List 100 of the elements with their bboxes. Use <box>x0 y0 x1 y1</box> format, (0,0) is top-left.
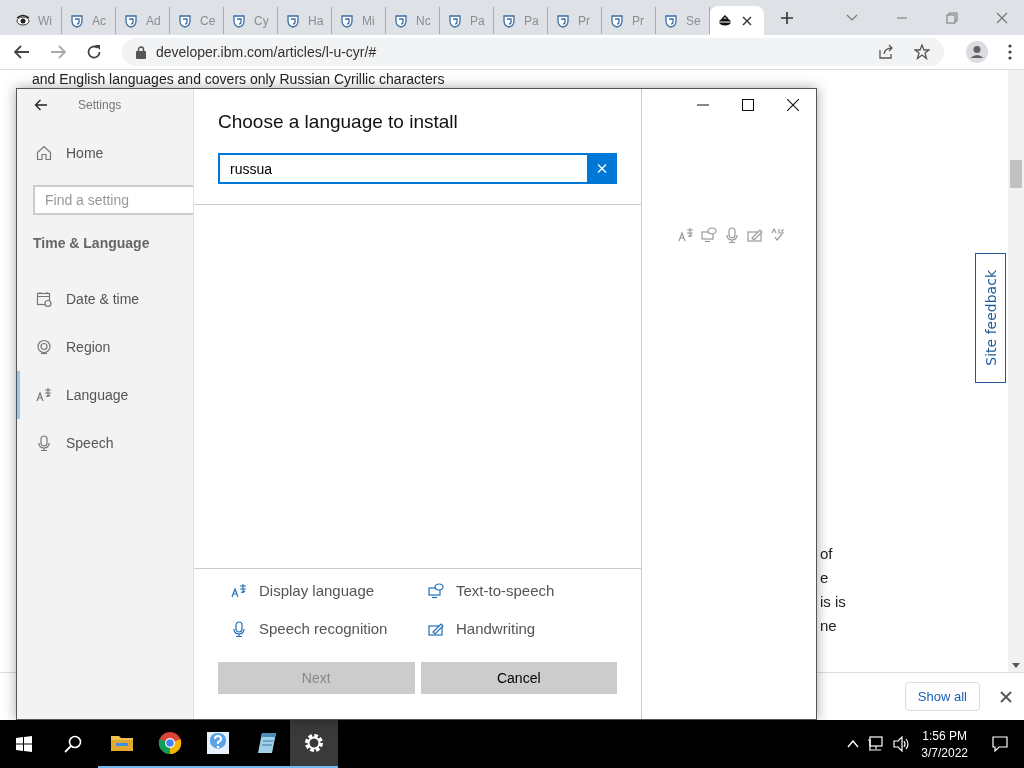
feature-label: Text-to-speech <box>456 582 555 599</box>
shield-icon <box>232 13 246 28</box>
tab-title: Se <box>686 13 701 28</box>
speech-bubble-icon <box>701 227 717 243</box>
section-heading: Time & Language <box>32 235 151 253</box>
browser-tab[interactable]: Pr <box>602 7 656 34</box>
more-menu-icon[interactable] <box>1008 44 1012 60</box>
search-field[interactable]: Find a setting <box>33 185 193 215</box>
tab-title: Nc <box>416 13 431 28</box>
browser-tab[interactable]: Mi <box>332 7 386 34</box>
feature-label: Speech recognition <box>259 620 388 637</box>
tab-title: Wi <box>38 13 52 28</box>
browser-tab[interactable]: Wi <box>8 7 62 34</box>
tab-title: Pr <box>632 13 644 28</box>
chrome-icon <box>158 731 182 755</box>
language-icon <box>678 227 694 243</box>
star-icon[interactable] <box>914 44 930 60</box>
address-bar[interactable]: developer.ibm.com/articles/l-u-cyr/# <box>122 38 944 66</box>
volume-icon[interactable] <box>893 736 912 752</box>
tab-title: Ce <box>200 13 216 28</box>
chevron-down-icon[interactable] <box>846 13 858 22</box>
tab-title: Ac <box>92 13 106 28</box>
network-icon[interactable] <box>867 736 886 752</box>
browser-tab[interactable]: Cy <box>224 7 278 34</box>
new-tab-icon[interactable] <box>780 10 794 25</box>
browser-tab[interactable]: Pa <box>494 7 548 34</box>
shield-icon <box>340 13 354 28</box>
article-text: and English languages and covers only Russian Cyrillic characters <box>32 71 446 87</box>
speech-bubble-icon <box>428 582 444 599</box>
notifications-icon[interactable] <box>992 736 1008 752</box>
tab-title: Cy <box>254 13 269 28</box>
calendar-icon <box>36 291 52 307</box>
tab-title: Pr <box>578 13 590 28</box>
windows-start-icon[interactable] <box>16 736 32 752</box>
help-book-icon <box>206 731 230 755</box>
back-arrow-icon[interactable] <box>14 45 30 59</box>
spellcheck-icon <box>770 227 786 243</box>
cancel-button[interactable]: Cancel <box>420 662 617 694</box>
search-icon[interactable] <box>64 735 82 753</box>
tab-title: Pa <box>470 13 485 28</box>
browser-tab[interactable]: Pa <box>440 7 494 34</box>
nav-item[interactable]: Date & time <box>17 275 193 323</box>
close-icon[interactable] <box>742 15 752 26</box>
scrollbar[interactable] <box>1008 70 1024 672</box>
home-icon <box>36 145 52 161</box>
shield-icon <box>448 13 462 28</box>
nav-item[interactable]: Speech <box>17 419 193 467</box>
shield-icon <box>556 13 570 28</box>
shield-icon <box>70 13 84 28</box>
article-text: ne <box>820 617 838 636</box>
tab-title: Pa <box>524 13 539 28</box>
profile-icon[interactable] <box>966 41 988 63</box>
site-feedback-button[interactable]: Site feedback <box>975 253 1006 383</box>
browser-tab[interactable]: Nc <box>386 7 440 34</box>
scroll-down-icon[interactable] <box>1012 663 1020 668</box>
share-icon[interactable] <box>878 44 894 60</box>
reload-icon[interactable] <box>86 44 102 60</box>
scrollbar-thumb[interactable] <box>1010 160 1022 188</box>
tab-title: Ha <box>308 13 324 28</box>
browser-tab[interactable]: Ce <box>170 7 224 34</box>
clock[interactable]: 1:56 PM 3/7/2022 <box>921 728 968 760</box>
tab-title: Ad <box>146 13 161 28</box>
close-icon[interactable] <box>1000 690 1012 703</box>
window-title: Settings <box>78 98 122 112</box>
article-text: of <box>820 545 834 564</box>
shield-icon <box>286 13 300 28</box>
language-icon <box>231 582 247 599</box>
shield-icon <box>124 13 138 28</box>
browser-tab[interactable]: Ac <box>62 7 116 34</box>
shield-icon <box>502 13 516 28</box>
article-text: e <box>820 569 830 588</box>
globe-icon <box>36 339 52 355</box>
browser-tab[interactable]: Ha <box>278 7 332 34</box>
language-icon <box>36 387 52 403</box>
gear-icon <box>302 731 326 755</box>
article-text: is is <box>820 593 847 612</box>
taskbar-app[interactable] <box>290 720 338 768</box>
clear-icon[interactable] <box>587 153 617 184</box>
microphone-icon <box>36 435 52 451</box>
feature-label: Handwriting <box>456 620 536 637</box>
dialog-title: Choose a language to install <box>217 110 459 133</box>
show-all-button[interactable]: Show all <box>904 682 980 711</box>
shield-icon <box>610 13 624 28</box>
nav-item[interactable]: Home <box>17 129 193 177</box>
close-icon[interactable] <box>787 99 799 111</box>
maximize-icon[interactable] <box>742 99 754 111</box>
microphone-icon <box>724 227 740 243</box>
shield-icon <box>394 13 408 28</box>
lock-icon <box>136 45 146 59</box>
browser-tab[interactable]: Pr <box>548 7 602 34</box>
clock-time: 1:56 PM <box>922 728 967 743</box>
chevron-up-icon[interactable] <box>847 740 860 748</box>
browser-tab[interactable] <box>710 6 764 35</box>
search-field[interactable]: russua <box>218 153 587 184</box>
feature-label: Display language <box>259 582 375 599</box>
url-text: developer.ibm.com/articles/l-u-cyr/# <box>156 44 377 60</box>
browser-tab[interactable]: Ad <box>116 7 170 34</box>
nav-item[interactable]: Region <box>17 323 193 371</box>
microphone-icon <box>231 620 247 637</box>
back-arrow-icon[interactable] <box>34 99 48 111</box>
